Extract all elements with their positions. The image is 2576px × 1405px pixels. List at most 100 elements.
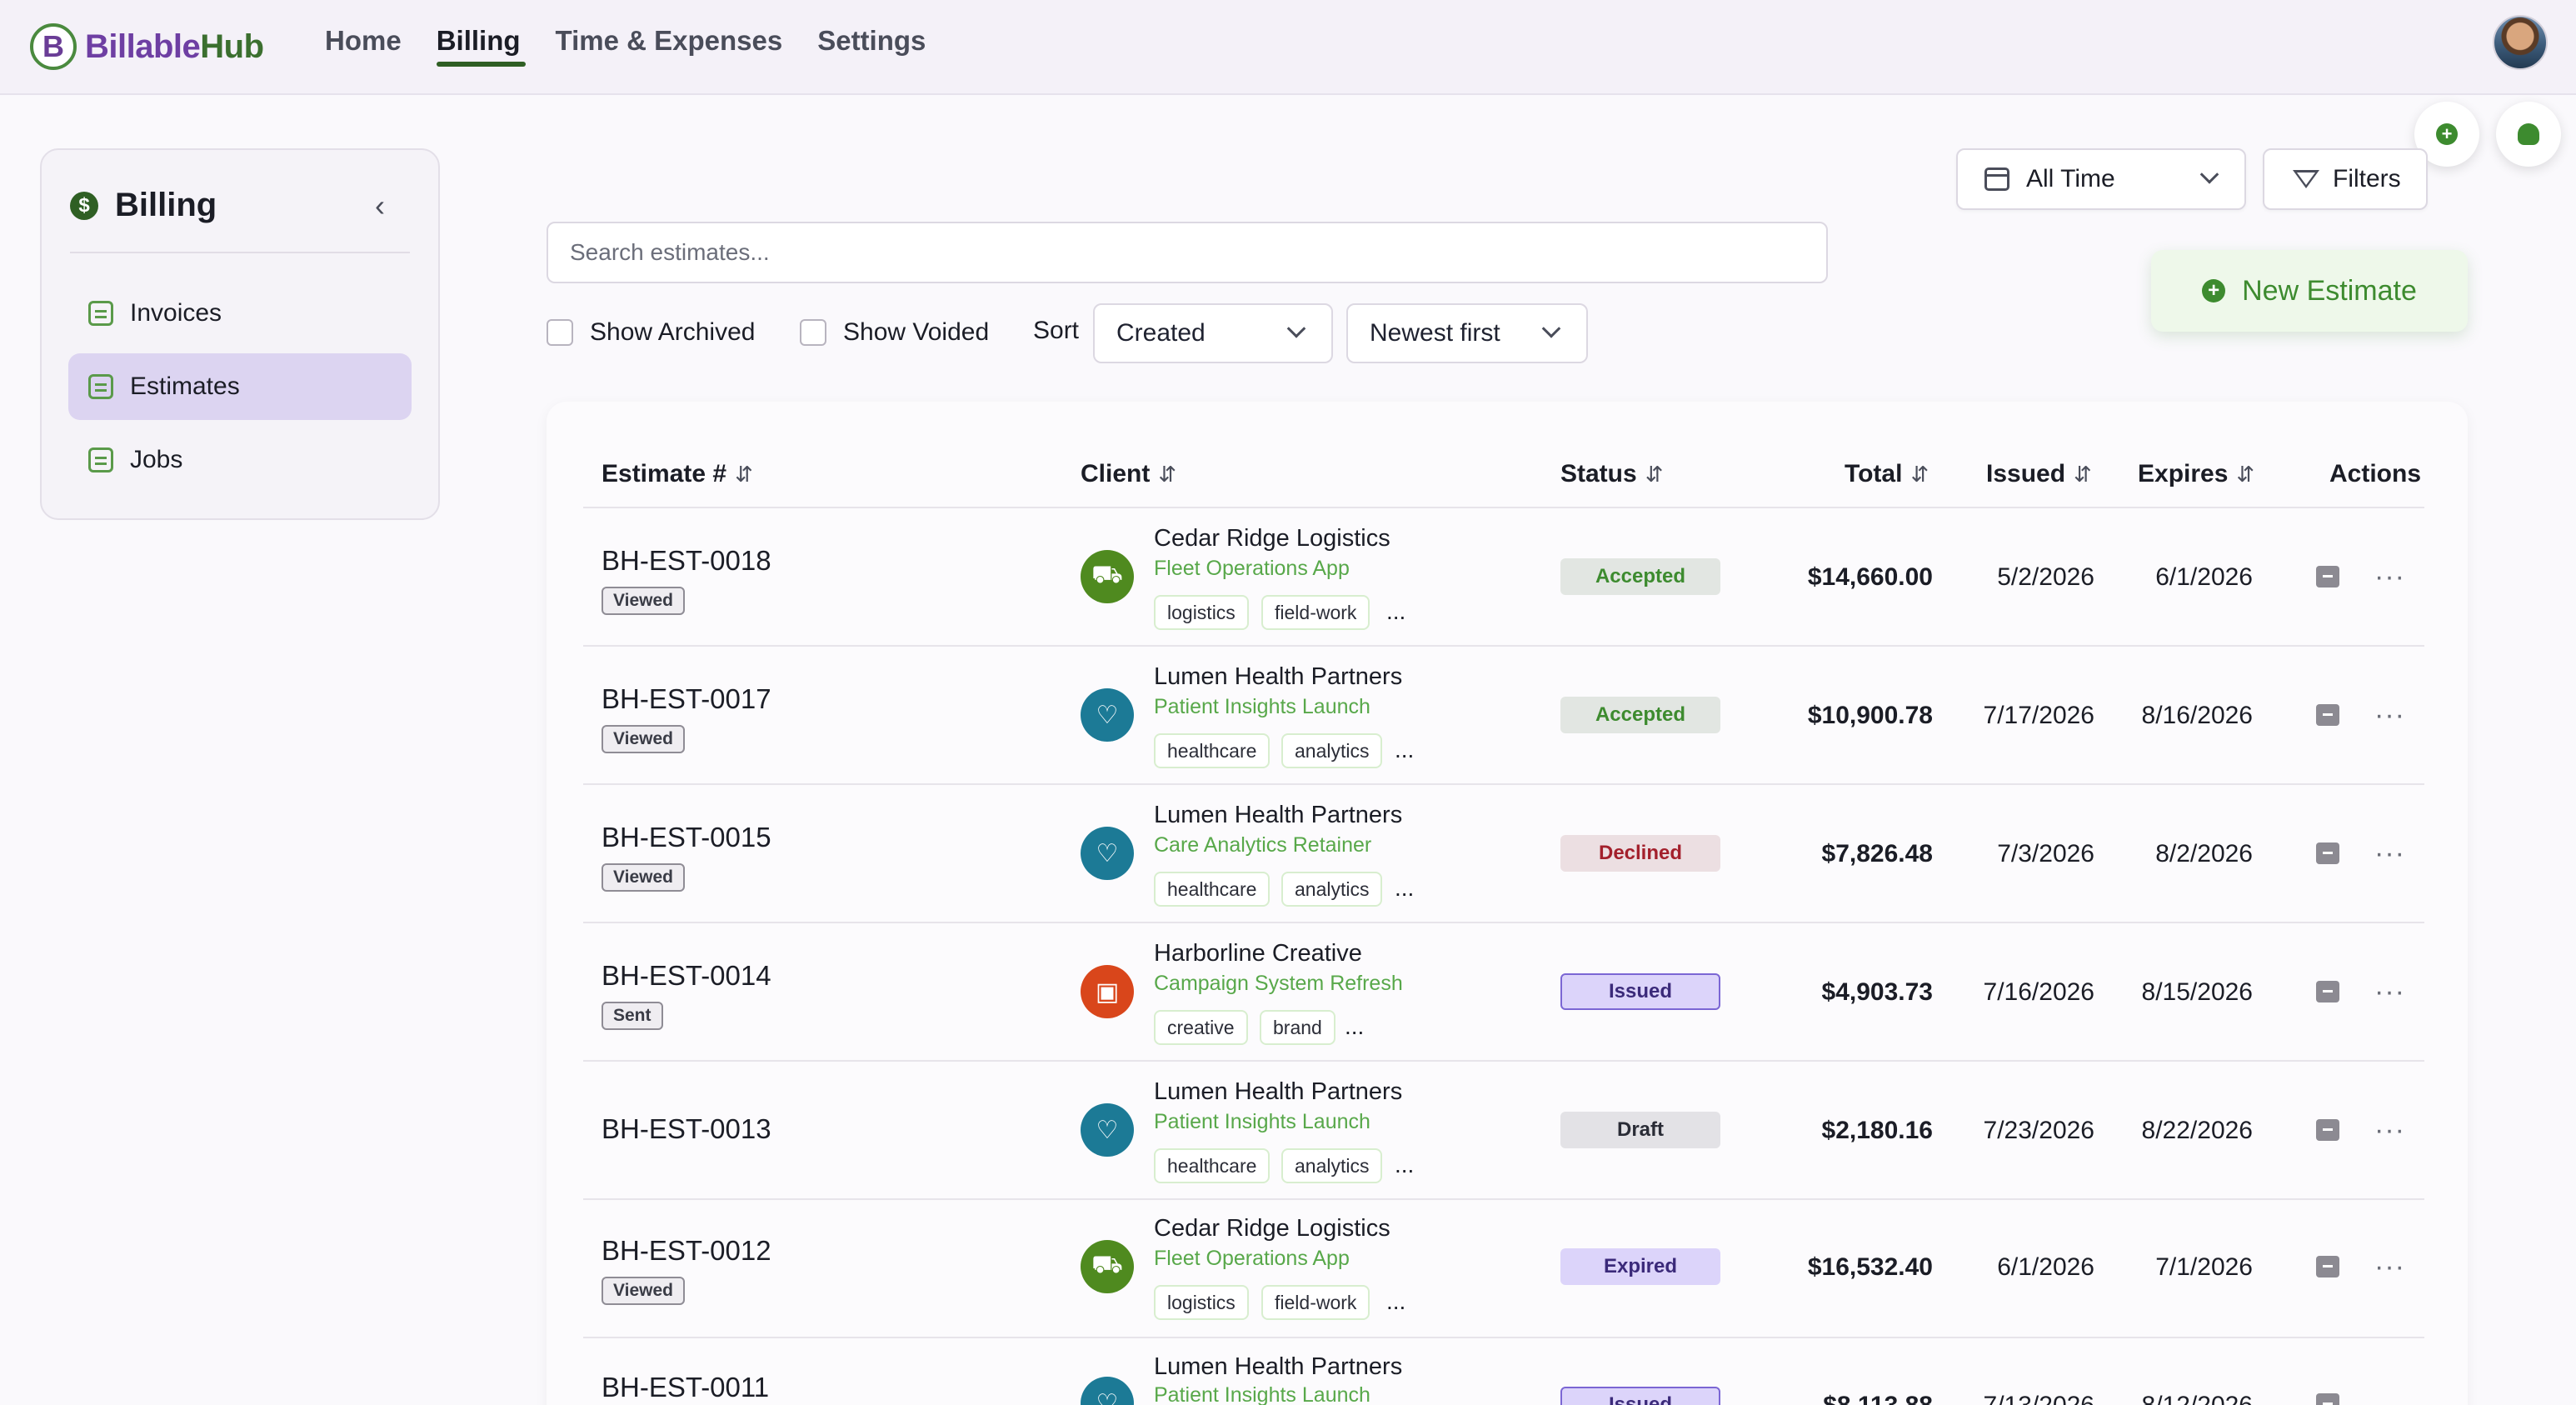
header-status[interactable]: Status ⇵: [1560, 460, 1663, 488]
header-total[interactable]: Total ⇵: [1845, 460, 1929, 488]
row-divider: [583, 507, 2424, 508]
estimate-number[interactable]: BH-EST-0014: [602, 960, 771, 992]
truck-icon: ⛟: [1081, 1240, 1134, 1293]
total-amount: $16,532.40: [1807, 1253, 1933, 1281]
more-tags[interactable]: ...: [1345, 1013, 1364, 1040]
main-nav: Home Billing Time & Expenses Settings: [325, 25, 961, 67]
header-label: Expires: [2138, 460, 2229, 488]
search-input[interactable]: [547, 222, 1828, 283]
more-actions-icon[interactable]: ···: [2374, 1252, 2405, 1281]
header-expires[interactable]: Expires ⇵: [2138, 460, 2254, 488]
show-voided-checkbox[interactable]: [800, 319, 826, 346]
tag: healthcare: [1154, 1148, 1271, 1183]
sort-field-value: Created: [1116, 319, 1206, 347]
archive-icon[interactable]: [2316, 704, 2339, 726]
client-name: Lumen Health Partners: [1154, 1078, 1403, 1105]
estimate-number[interactable]: BH-EST-0011: [602, 1372, 769, 1403]
logo-wordmark: BillableHub: [85, 28, 264, 66]
header-client[interactable]: Client ⇵: [1081, 460, 1176, 488]
chevron-down-icon: [1286, 319, 1306, 338]
nav-home[interactable]: Home: [325, 25, 402, 65]
briefcase-icon: [88, 448, 113, 472]
total-amount: $4,903.73: [1821, 978, 1933, 1006]
row-divider: [583, 1060, 2424, 1062]
date-range-select[interactable]: All Time: [1956, 148, 2246, 210]
more-tags[interactable]: ...: [1395, 1152, 1414, 1178]
heart-icon: ♡: [1081, 827, 1134, 880]
archive-icon[interactable]: [2316, 566, 2339, 588]
issued-date: 6/1/2026: [1997, 1253, 2094, 1281]
issued-date: 7/17/2026: [1983, 702, 2094, 729]
issued-date: 7/3/2026: [1997, 840, 2094, 868]
tag: analytics: [1281, 1148, 1383, 1183]
clipboard-icon[interactable]: [2316, 981, 2339, 1002]
estimate-number[interactable]: BH-EST-0018: [602, 545, 771, 577]
new-estimate-label: New Estimate: [2242, 274, 2417, 307]
nav-billing[interactable]: Billing: [436, 25, 526, 67]
filters-button[interactable]: Filters: [2263, 148, 2428, 210]
more-tags[interactable]: ...: [1386, 1288, 1405, 1315]
date-range-value: All Time: [2026, 165, 2115, 192]
more-tags[interactable]: ...: [1386, 598, 1405, 625]
show-voided-toggle[interactable]: Show Voided: [800, 305, 989, 360]
nav-settings[interactable]: Settings: [817, 25, 926, 65]
clipboard-icon[interactable]: [2316, 1393, 2339, 1405]
sort-order-select[interactable]: Newest first: [1346, 303, 1588, 363]
chevron-left-icon[interactable]: ‹: [375, 188, 385, 223]
project-name: Fleet Operations App: [1154, 1247, 1350, 1270]
row-divider: [583, 922, 2424, 923]
sidebar-item-estimates[interactable]: Estimates: [68, 353, 412, 420]
sidebar-item-jobs[interactable]: Jobs: [68, 427, 412, 493]
show-archived-toggle[interactable]: Show Archived: [547, 305, 755, 360]
status-pill: Declined: [1560, 835, 1720, 872]
client-name: Lumen Health Partners: [1154, 802, 1403, 828]
status-pill: Draft: [1560, 1112, 1720, 1148]
user-avatar[interactable]: [2493, 15, 2548, 70]
status-pill: Accepted: [1560, 558, 1720, 595]
estimate-number[interactable]: BH-EST-0013: [602, 1113, 771, 1145]
more-tags[interactable]: ...: [1395, 875, 1414, 902]
notifications-button[interactable]: [2496, 102, 2561, 167]
row-divider: [583, 1337, 2424, 1338]
sidebar-item-label: Estimates: [130, 372, 240, 400]
tag: analytics: [1281, 872, 1383, 907]
expires-date: 8/2/2026: [2155, 840, 2253, 868]
header-estimate-number[interactable]: Estimate # ⇵: [602, 460, 753, 488]
show-archived-label: Show Archived: [590, 318, 756, 346]
sidebar-item-invoices[interactable]: Invoices: [68, 280, 412, 347]
invoice-icon: [88, 301, 113, 326]
app-logo[interactable]: B BillableHub: [30, 18, 264, 75]
estimate-number[interactable]: BH-EST-0015: [602, 822, 771, 853]
top-navigation-bar: B BillableHub Home Billing Time & Expens…: [0, 0, 2576, 95]
archive-icon[interactable]: [2316, 842, 2339, 864]
nav-time-expenses[interactable]: Time & Expenses: [556, 25, 783, 65]
more-actions-icon[interactable]: ···: [2374, 839, 2405, 868]
project-name: Patient Insights Launch: [1154, 1110, 1370, 1133]
sort-field-select[interactable]: Created: [1093, 303, 1333, 363]
send-icon[interactable]: [2316, 1119, 2339, 1141]
sidebar-item-label: Jobs: [130, 446, 183, 473]
more-actions-icon[interactable]: ···: [2374, 701, 2405, 729]
expires-date: 7/1/2026: [2155, 1253, 2253, 1281]
total-amount: $8,113.88: [1716, 1392, 1933, 1405]
more-actions-icon[interactable]: ···: [2374, 1116, 2405, 1144]
client-name: Lumen Health Partners: [1154, 1353, 1403, 1380]
expires-date: 8/16/2026: [2141, 702, 2253, 729]
estimate-number[interactable]: BH-EST-0017: [602, 683, 771, 715]
tag: creative: [1154, 1010, 1248, 1045]
issued-date: 5/2/2026: [1997, 563, 2094, 591]
header-issued[interactable]: Issued ⇵: [1986, 460, 2092, 488]
more-tags[interactable]: ...: [1395, 737, 1414, 763]
sort-icon: ⇵: [1158, 462, 1177, 487]
chevron-down-icon: [1541, 319, 1561, 338]
chevron-down-icon: [2199, 165, 2219, 184]
more-actions-icon[interactable]: ···: [2374, 978, 2405, 1006]
tag: brand: [1260, 1010, 1335, 1045]
more-actions-icon[interactable]: ···: [2374, 562, 2405, 591]
show-archived-checkbox[interactable]: [547, 319, 573, 346]
header-label: Total: [1845, 460, 1903, 488]
estimate-number[interactable]: BH-EST-0012: [602, 1235, 771, 1267]
status-pill: Accepted: [1560, 697, 1720, 733]
new-estimate-button[interactable]: + New Estimate: [2151, 250, 2468, 332]
archive-icon[interactable]: [2316, 1256, 2339, 1278]
